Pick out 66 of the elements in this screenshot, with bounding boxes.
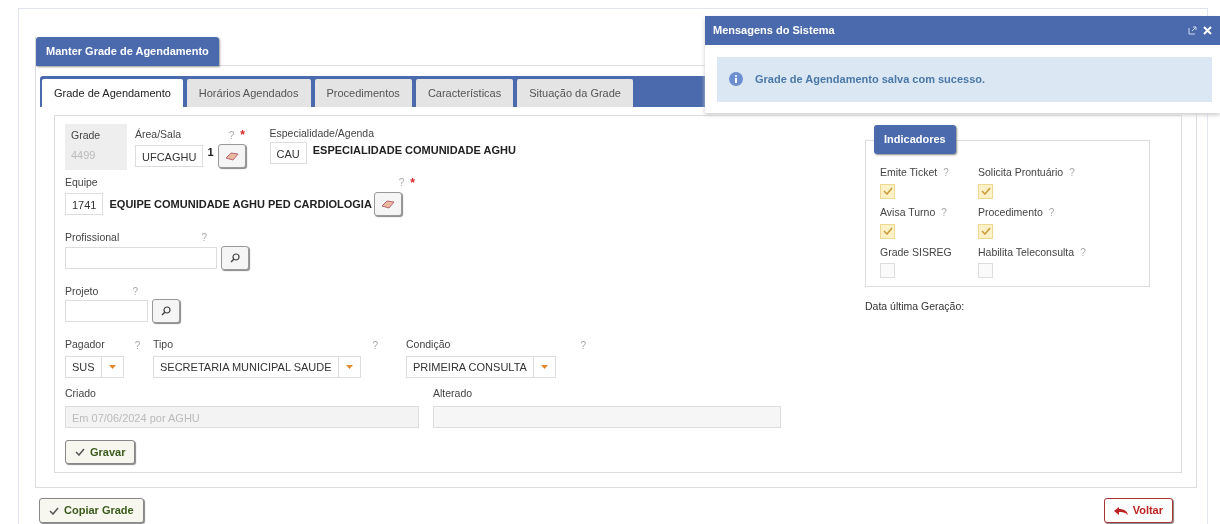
lookup-button[interactable]	[373, 191, 402, 216]
field-label: Alterado	[433, 386, 474, 401]
caret-icon	[345, 364, 353, 370]
checkbox-label: Emite Ticket	[880, 165, 938, 180]
code-field[interactable]: CAU	[269, 141, 307, 164]
checkbox[interactable]	[880, 183, 895, 199]
team-name: EQUIPE COMUNIDADE AGHU PED CARDIOLOGIA	[109, 196, 372, 212]
input-field[interactable]	[65, 246, 217, 269]
checkbox-label: Avisa Turno	[880, 204, 936, 220]
specialty-name: ESPECIALIDADE COMUNIDADE AGHU	[312, 142, 516, 158]
suffix-label: 1	[207, 145, 214, 160]
alert-message: Grade de Agendamento salva com sucesso.	[755, 71, 986, 87]
caret-icon	[540, 364, 548, 370]
check-icon	[49, 506, 59, 515]
checkbox[interactable]	[978, 183, 993, 199]
search-icon	[161, 306, 171, 317]
required-icon: *	[240, 126, 245, 144]
input-field[interactable]	[65, 300, 148, 323]
search-icon	[230, 252, 240, 263]
field-label: Condição	[406, 337, 451, 353]
checkbox-label: Habilita Teleconsulta	[978, 244, 1075, 260]
copy-button[interactable]: Copiar Grade	[39, 498, 144, 523]
checkbox-label: Procedimento	[978, 204, 1043, 220]
checkbox-label: Solicita Prontuário	[978, 165, 1064, 180]
select-field[interactable]: SUS	[65, 356, 124, 378]
field-label: Equipe	[65, 174, 98, 190]
back-arrow-icon	[1113, 505, 1128, 516]
tab[interactable]: Procedimentos	[314, 78, 412, 107]
search-button[interactable]	[221, 245, 249, 270]
tab[interactable]: Grade de Agendamento	[42, 78, 183, 107]
field-label: Área/Sala	[135, 127, 182, 143]
area-field[interactable]: UFCAGHU	[135, 145, 204, 167]
panel-title: Manter Grade de Agendamento	[36, 37, 219, 66]
select-field[interactable]: PRIMEIRA CONSULTA	[406, 356, 556, 378]
eraser-icon	[224, 151, 239, 161]
field-label: Profissional	[65, 229, 120, 245]
popout-icon[interactable]	[1188, 25, 1197, 35]
close-icon[interactable]	[1203, 25, 1212, 35]
field-label: Pagador	[65, 337, 105, 353]
eraser-icon	[380, 198, 395, 209]
lookup-button[interactable]	[217, 144, 246, 168]
indicators-title: Indicadores	[874, 125, 956, 154]
checkbox[interactable]	[880, 223, 895, 239]
caret-icon	[108, 364, 116, 370]
select-field[interactable]: SECRETARIA MUNICIPAL SAUDE	[153, 356, 361, 378]
save-button[interactable]: Gravar	[65, 439, 136, 465]
info-icon	[729, 72, 743, 86]
checkbox[interactable]	[978, 223, 993, 239]
checkbox-label: Grade SISREG	[880, 244, 952, 260]
field-label: Criado	[65, 386, 97, 401]
tab[interactable]: Horários Agendados	[186, 78, 311, 107]
tab[interactable]: Situação da Grade	[517, 78, 633, 107]
code-field[interactable]: 1741	[65, 192, 104, 215]
dialog-title: Mensagens do Sistema	[713, 23, 835, 38]
field-label: Tipo	[153, 337, 174, 353]
checkbox[interactable]	[880, 263, 895, 279]
check-icon	[75, 448, 85, 456]
field-label: Projeto	[65, 283, 99, 299]
last-generation-label: Data última Geração:	[865, 299, 966, 315]
back-button[interactable]: Voltar	[1103, 498, 1173, 523]
required-icon: *	[410, 173, 415, 192]
tab[interactable]: Características	[415, 78, 514, 107]
field-label: Especialidade/Agenda	[269, 126, 375, 141]
checkbox[interactable]	[978, 263, 993, 279]
field-label: Grade	[71, 128, 102, 143]
search-button[interactable]	[152, 299, 180, 324]
